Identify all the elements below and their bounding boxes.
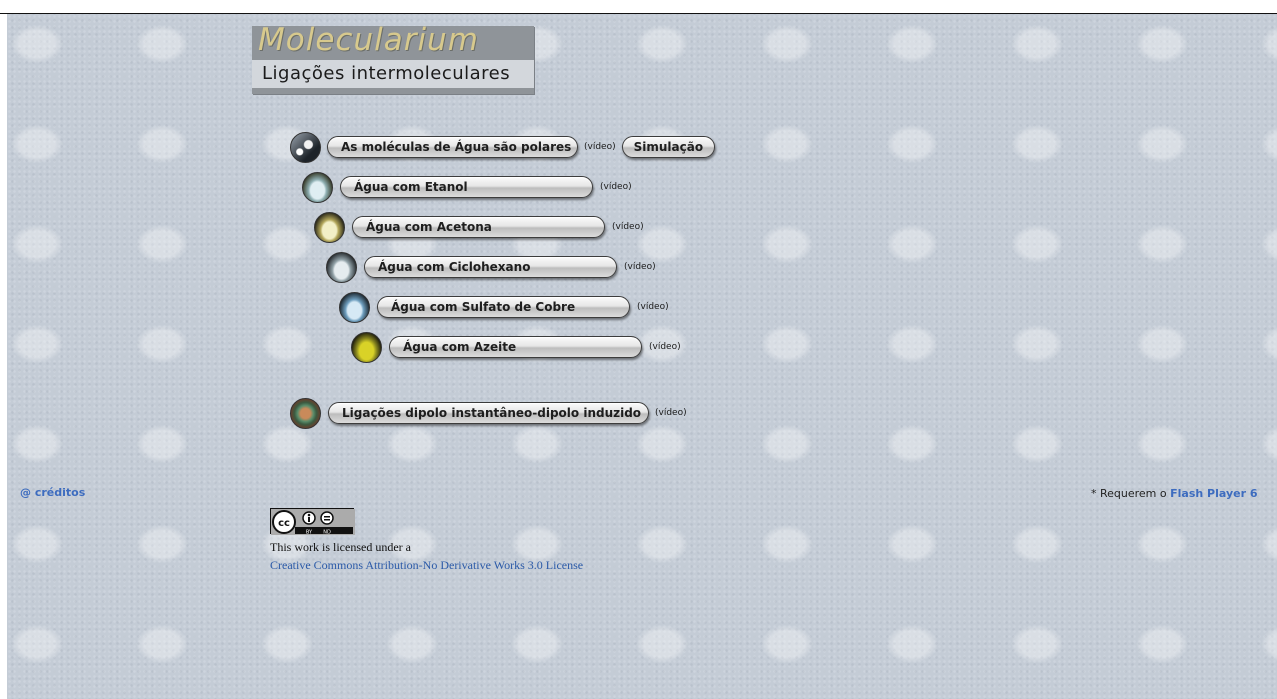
beaker-cyclohexane-icon	[326, 251, 357, 283]
ethanol-video-link[interactable]: (vídeo)	[600, 182, 632, 192]
flash-requirement-note: * Requerem o Flash Player 6	[1091, 487, 1258, 500]
menu-row-water-polar: As moléculas de Água são polares (vídeo)…	[290, 131, 715, 163]
olive-oil-button[interactable]: Água com Azeite	[389, 336, 642, 358]
dipole-video-link[interactable]: (vídeo)	[655, 408, 687, 418]
no-derivatives-icon	[320, 511, 334, 525]
menu-row-acetone: Água com Acetona (vídeo)	[314, 211, 644, 243]
cyclohexane-video-link[interactable]: (vídeo)	[624, 262, 656, 272]
beaker-acetone-icon	[314, 211, 345, 243]
beaker-olive-oil-icon	[351, 331, 382, 363]
dipole-atom-icon	[290, 397, 321, 429]
flash-player-link[interactable]: Flash Player 6	[1170, 487, 1257, 500]
license-text: This work is licensed under a	[270, 540, 411, 554]
license-link[interactable]: Creative Commons Attribution-No Derivati…	[270, 558, 583, 573]
beaker-ethanol-icon	[302, 171, 333, 203]
menu-row-ethanol: Água com Etanol (vídeo)	[302, 171, 632, 203]
credits-link[interactable]: @ créditos	[20, 486, 85, 499]
copper-sulfate-button[interactable]: Água com Sulfato de Cobre	[377, 296, 630, 318]
svg-text:BY: BY	[306, 530, 313, 536]
svg-text:cc: cc	[278, 518, 290, 529]
acetone-button[interactable]: Água com Acetona	[352, 216, 605, 238]
cc-badge-graphic: cc BY ND	[271, 509, 355, 536]
logo-title: Molecularium	[258, 22, 479, 58]
water-polar-video-link[interactable]: (vídeo)	[584, 142, 616, 152]
simulation-button[interactable]: Simulação	[621, 136, 715, 158]
olive-oil-video-link[interactable]: (vídeo)	[649, 342, 681, 352]
water-molecule-icon	[290, 131, 321, 163]
cyclohexane-button[interactable]: Água com Ciclohexano	[364, 256, 617, 278]
acetone-video-link[interactable]: (vídeo)	[612, 222, 644, 232]
ethanol-button[interactable]: Água com Etanol	[340, 176, 593, 198]
menu-row-olive-oil: Água com Azeite (vídeo)	[351, 331, 681, 363]
water-polar-button[interactable]: As moléculas de Água são polares	[327, 136, 578, 158]
cc-license-badge[interactable]: cc BY ND	[270, 508, 355, 536]
menu-row-dipole: Ligações dipolo instantâneo-dipolo induz…	[290, 397, 687, 429]
svg-text:ND: ND	[323, 530, 331, 536]
dipole-button[interactable]: Ligações dipolo instantâneo-dipolo induz…	[328, 402, 649, 424]
menu-row-cyclohexane: Água com Ciclohexano (vídeo)	[326, 251, 656, 283]
beaker-copper-sulfate-icon	[339, 291, 370, 323]
copper-sulfate-video-link[interactable]: (vídeo)	[637, 302, 669, 312]
menu-row-copper-sulfate: Água com Sulfato de Cobre (vídeo)	[339, 291, 669, 323]
flash-requirement-text: * Requerem o	[1091, 487, 1171, 500]
logo-subtitle: Ligações intermoleculares	[252, 60, 534, 88]
